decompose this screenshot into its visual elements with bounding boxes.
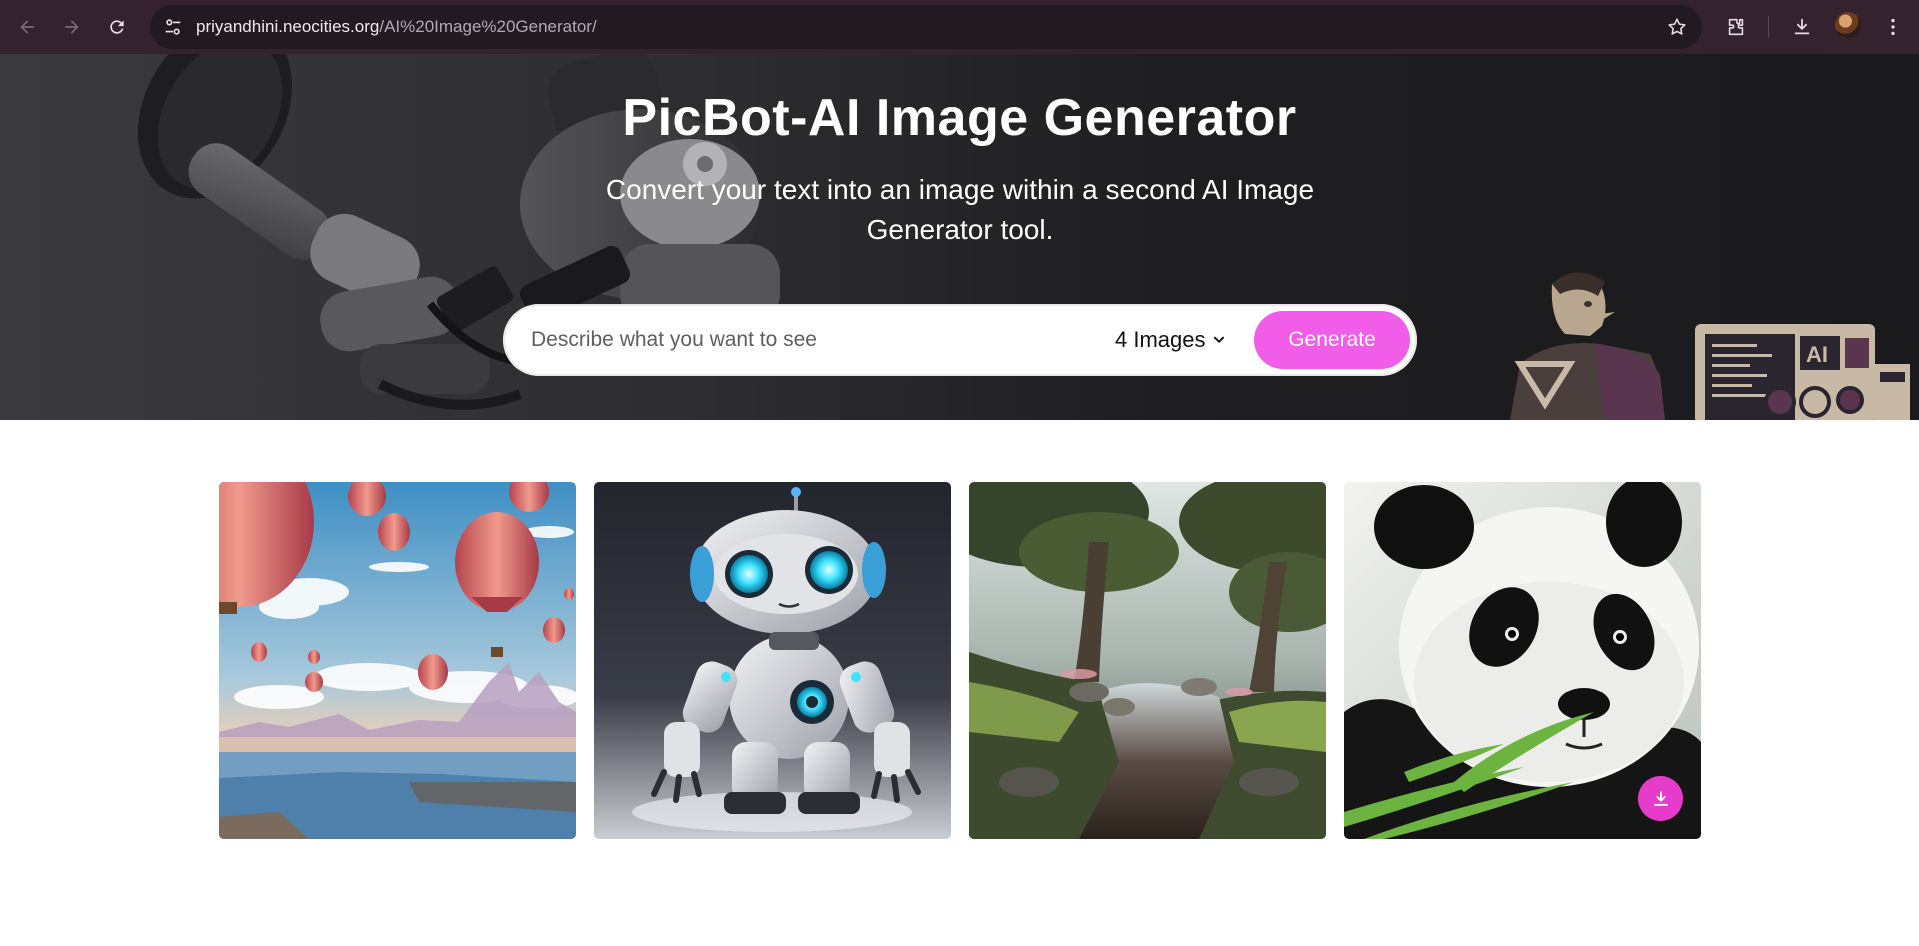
forward-button[interactable] (55, 10, 89, 44)
browser-toolbar: priyandhini.neocities.org/AI%20Image%20G… (0, 0, 1919, 54)
person-at-computer-illustration: AI (1510, 272, 1910, 420)
back-button[interactable] (10, 10, 44, 44)
reload-icon (110, 20, 124, 34)
puzzle-icon (1728, 18, 1744, 36)
robot-image (594, 482, 951, 839)
gallery-image-card[interactable] (594, 482, 951, 839)
extensions-button[interactable] (1719, 10, 1753, 44)
toolbar-divider (1768, 16, 1769, 38)
arrow-left-icon (20, 20, 34, 34)
address-bar[interactable]: priyandhini.neocities.org/AI%20Image%20G… (150, 5, 1702, 49)
download-image-button[interactable] (1638, 776, 1683, 821)
prompt-form: 4 Images Generate (503, 304, 1417, 376)
arrow-right-icon (65, 20, 79, 34)
page-title: PicBot-AI Image Generator (622, 89, 1297, 147)
site-settings-icon[interactable] (162, 16, 184, 38)
monitor-ai-label: AI (1806, 342, 1828, 367)
profile-avatar[interactable] (1835, 12, 1861, 38)
download-icon (1653, 790, 1668, 806)
generate-button[interactable]: Generate (1254, 311, 1410, 369)
chevron-down-icon (1213, 336, 1224, 343)
gallery-image-card[interactable] (969, 482, 1326, 839)
image-count-select[interactable]: 4 Images (1115, 322, 1226, 358)
gallery-image-card[interactable] (219, 482, 576, 839)
hero-banner: AI PicBot-AI Image Generator Convert you… (0, 54, 1919, 420)
image-gallery (219, 482, 1702, 839)
gallery-image-card[interactable] (1344, 482, 1701, 839)
downloads-button[interactable] (1785, 10, 1819, 44)
page-subtitle: Convert your text into an image within a… (605, 174, 1315, 245)
url-text[interactable]: priyandhini.neocities.org/AI%20Image%20G… (196, 5, 597, 49)
bookmark-star-icon[interactable] (1666, 16, 1688, 38)
url-host: priyandhini.neocities.org (196, 17, 380, 36)
menu-button[interactable] (1876, 10, 1910, 44)
image-count-value: 4 Images (1115, 327, 1206, 352)
download-icon (1794, 18, 1810, 35)
prompt-input[interactable] (531, 318, 1071, 362)
url-path: /AI%20Image%20Generator/ (379, 17, 597, 36)
balloons-landscape-image (219, 482, 576, 839)
reload-button[interactable] (100, 10, 134, 44)
more-vert-icon (1891, 18, 1895, 36)
forest-stream-image (969, 482, 1326, 839)
